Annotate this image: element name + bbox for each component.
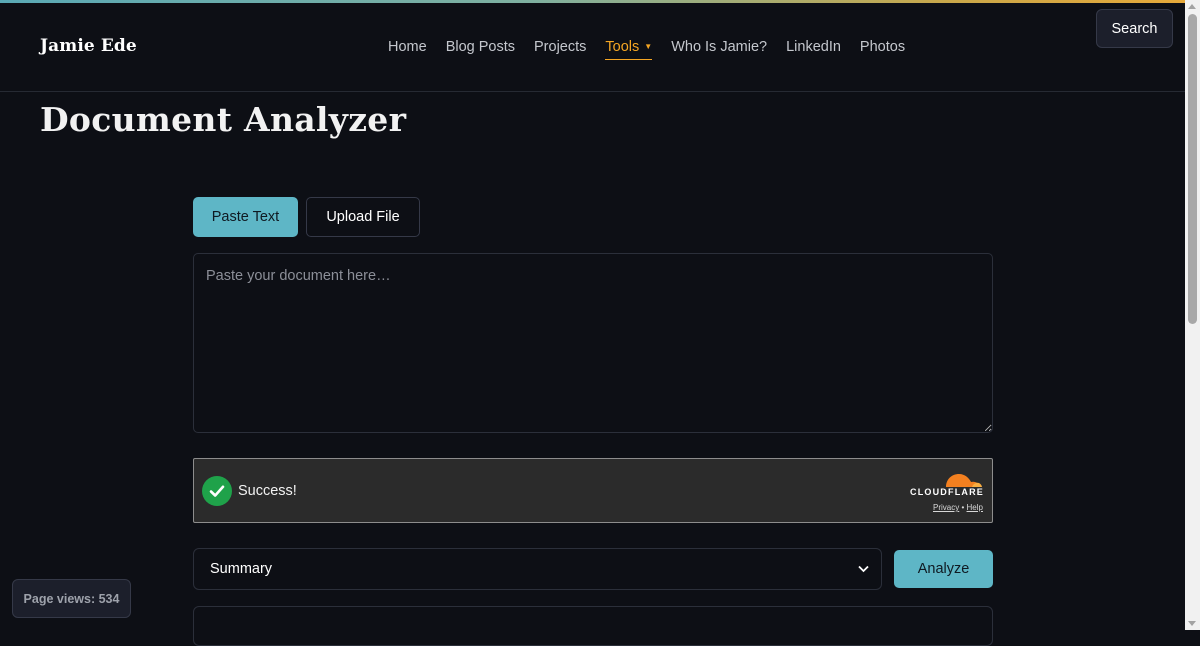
captcha-status: Success! <box>238 483 297 499</box>
page-scrollbar[interactable] <box>1185 0 1200 630</box>
page-title: Document Analyzer <box>40 100 407 139</box>
search-button[interactable]: Search <box>1096 9 1173 48</box>
analyze-button[interactable]: Analyze <box>894 550 993 588</box>
help-link[interactable]: Help <box>967 503 983 512</box>
scrollbar-thumb[interactable] <box>1188 14 1197 324</box>
analysis-type-value: Summary <box>210 561 273 577</box>
nav-blog-posts[interactable]: Blog Posts <box>446 39 515 60</box>
scroll-down-icon[interactable] <box>1188 621 1196 626</box>
chevron-down-icon <box>858 565 869 573</box>
tab-upload-file[interactable]: Upload File <box>306 197 420 237</box>
nav-tools[interactable]: Tools ▼ <box>605 39 653 60</box>
nav-home[interactable]: Home <box>388 39 427 60</box>
captcha-provider: CLOUDFLARE <box>910 487 984 497</box>
caret-down-icon: ▼ <box>644 42 653 51</box>
privacy-link[interactable]: Privacy <box>933 503 959 512</box>
results-panel <box>193 606 993 646</box>
nav-tools-label: Tools <box>605 39 640 55</box>
link-separator: • <box>961 503 965 512</box>
document-textarea[interactable] <box>193 253 993 433</box>
nav-photos[interactable]: Photos <box>860 39 905 60</box>
site-brand[interactable]: Jamie Ede <box>40 36 137 56</box>
captcha-widget: Success! CLOUDFLARE Privacy • Help <box>193 458 993 523</box>
captcha-links: Privacy • Help <box>933 503 983 512</box>
site-header: Jamie Ede Home Blog Posts Projects Tools… <box>0 3 1185 92</box>
tab-paste-text[interactable]: Paste Text <box>193 197 298 237</box>
scroll-up-icon[interactable] <box>1188 4 1196 9</box>
nav-linkedin[interactable]: LinkedIn <box>786 39 841 60</box>
nav-who-is-jamie[interactable]: Who Is Jamie? <box>671 39 767 60</box>
analysis-type-select[interactable]: Summary <box>193 548 882 590</box>
check-circle-icon <box>202 476 232 506</box>
page-views-badge: Page views: 534 <box>12 579 131 618</box>
main-nav: Home Blog Posts Projects Tools ▼ Who Is J… <box>388 39 924 60</box>
nav-projects[interactable]: Projects <box>534 39 586 60</box>
